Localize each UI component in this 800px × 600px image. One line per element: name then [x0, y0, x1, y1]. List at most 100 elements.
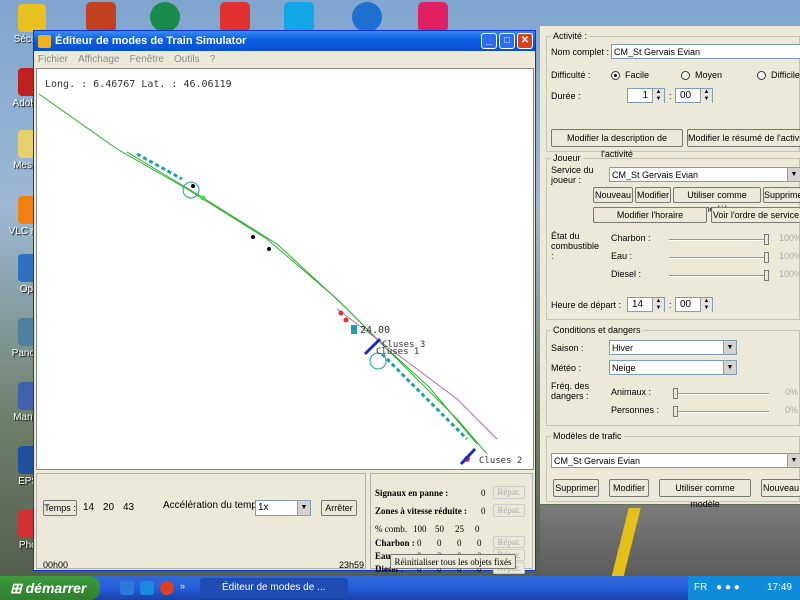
- accel-select[interactable]: 1x ▼: [255, 500, 311, 516]
- weather-select[interactable]: Neige ▼: [609, 360, 737, 375]
- chevron-down-icon[interactable]: ▼: [787, 168, 800, 181]
- comb-value: 100: [413, 524, 427, 534]
- skype-icon[interactable]: [284, 2, 314, 32]
- coal-fuel-slider[interactable]: [669, 234, 769, 245]
- use-traffic-model-button[interactable]: Utiliser comme modèle: [659, 479, 751, 509]
- weather-label: Météo :: [551, 363, 582, 373]
- people-slider-thumb[interactable]: [673, 406, 678, 417]
- menu-view[interactable]: Affichage: [78, 54, 120, 65]
- difficulty-medium-radio[interactable]: [681, 71, 690, 80]
- edit-schedule-button[interactable]: Modifier l'horaire: [593, 207, 707, 223]
- signals-label: Signaux en panne :: [375, 488, 449, 498]
- edit-summary-button[interactable]: Modifier le résumé de l'activité: [687, 129, 800, 147]
- winrar-icon[interactable]: [220, 2, 250, 32]
- stop-button[interactable]: Arrêter: [321, 500, 357, 516]
- chrome-quicklaunch-icon[interactable]: [160, 581, 174, 595]
- task-label: Éditeur de modes de ...: [222, 582, 326, 593]
- zones-value: 0: [481, 506, 486, 516]
- waypoint-dot[interactable]: [338, 310, 344, 316]
- time-button[interactable]: Temps :: [43, 500, 77, 516]
- modify-traffic-button[interactable]: Modifier: [609, 479, 649, 497]
- modify-service-button[interactable]: Modifier: [635, 187, 671, 203]
- signal-dot[interactable]: [267, 247, 271, 251]
- chevron-down-icon[interactable]: ▼: [787, 454, 800, 467]
- new-traffic-button[interactable]: Nouveau: [761, 479, 800, 497]
- ie-quicklaunch-icon[interactable]: [120, 581, 134, 595]
- difficulty-easy-radio[interactable]: [611, 71, 620, 80]
- conditions-group-title: Conditions et dangers: [551, 325, 643, 335]
- spinner-icon[interactable]: ▲ ▼: [652, 89, 664, 103]
- new-service-button[interactable]: Nouveau: [593, 187, 633, 203]
- departure-hours-input[interactable]: 14 ▲ ▼: [627, 297, 665, 312]
- repair-signals-button[interactable]: Répar.: [493, 486, 525, 499]
- signal-dot[interactable]: [251, 235, 255, 239]
- departure-minutes-input[interactable]: 00 ▲ ▼: [675, 297, 713, 312]
- signal-dot[interactable]: [191, 184, 195, 188]
- fuel-label: État du combustible :: [551, 231, 600, 261]
- reset-fixed-objects-button[interactable]: Réinitialiser tous les objets fixés: [390, 554, 516, 569]
- traffic-select[interactable]: CM_St Gervais Evian ▼: [551, 453, 800, 468]
- kaspersky-icon[interactable]: [418, 2, 448, 32]
- chevron-down-icon[interactable]: ▼: [297, 501, 310, 515]
- waypoint-dot[interactable]: [200, 195, 206, 201]
- menu-tools[interactable]: Outils: [174, 54, 200, 65]
- departure-hours-value: 14: [632, 299, 644, 310]
- globe-icon[interactable]: [150, 2, 180, 32]
- powerpoint-icon[interactable]: [86, 2, 116, 32]
- coal-fuel-pct: 100%: [779, 233, 800, 243]
- fullname-input[interactable]: CM_St Gervais Evian: [611, 44, 800, 59]
- spinner-icon[interactable]: ▲ ▼: [700, 89, 712, 103]
- delete-service-button[interactable]: Supprimer: [763, 187, 800, 203]
- repair-coal-button[interactable]: Répar.: [493, 536, 525, 548]
- duration-hours-input[interactable]: 1 ▲ ▼: [627, 88, 665, 103]
- spinner-icon[interactable]: ▲ ▼: [700, 298, 712, 312]
- map-canvas[interactable]: Long. : 6.46767 Lat. : 46.06119 24.00 Cl…: [36, 68, 534, 470]
- diesel-fuel-slider[interactable]: [669, 270, 769, 281]
- delete-traffic-button[interactable]: Supprimer: [553, 479, 599, 497]
- service-select[interactable]: CM_St Gervais Evian ▼: [609, 167, 800, 182]
- quicklaunch-expand-icon[interactable]: »: [180, 581, 188, 595]
- taskbar: ⊞ démarrer » Éditeur de modes de ... FR …: [0, 576, 800, 600]
- edit-description-button[interactable]: Modifier la description de l'activité: [551, 129, 683, 159]
- minimize-button[interactable]: _: [481, 33, 497, 49]
- menu-file[interactable]: Fichier: [38, 54, 68, 65]
- close-button[interactable]: ✕: [517, 33, 533, 49]
- animals-slider[interactable]: [673, 388, 769, 399]
- spinner-icon[interactable]: ▲ ▼: [652, 298, 664, 312]
- hazard-freq-label: Fréq. des dangers :: [551, 381, 590, 401]
- duration-minutes-input[interactable]: 00 ▲ ▼: [675, 88, 713, 103]
- water-fuel-slider[interactable]: [669, 252, 769, 263]
- animals-slider-thumb[interactable]: [673, 388, 678, 399]
- use-as-model-button[interactable]: Utiliser comme modèle: [673, 187, 761, 214]
- language-indicator[interactable]: FR: [694, 582, 707, 593]
- train-marker[interactable]: [351, 325, 357, 334]
- chevron-down-icon[interactable]: ▼: [723, 361, 736, 374]
- difficulty-hard-radio[interactable]: [757, 71, 766, 80]
- menu-window[interactable]: Fenêtre: [130, 54, 164, 65]
- skype-quicklaunch-icon[interactable]: [140, 581, 154, 595]
- taskbar-item-editor[interactable]: Éditeur de modes de ...: [200, 578, 348, 598]
- signals-value: 0: [481, 488, 486, 498]
- traffic-group-title: Modèles de trafic: [551, 431, 624, 441]
- tray-icons[interactable]: ● ● ●: [716, 582, 740, 593]
- track-line: [126, 151, 478, 445]
- people-slider[interactable]: [673, 406, 769, 417]
- fullname-label: Nom complet :: [551, 47, 610, 57]
- diesel-slider-thumb[interactable]: [764, 270, 769, 281]
- internet-explorer-icon[interactable]: [352, 2, 382, 32]
- duration-minutes-value: 00: [680, 90, 692, 101]
- waypoint-dot[interactable]: [343, 317, 349, 323]
- activity-group-title: Activité :: [551, 31, 590, 41]
- coal-slider-thumb[interactable]: [764, 234, 769, 245]
- start-button[interactable]: ⊞ démarrer: [0, 576, 100, 600]
- window-titlebar[interactable]: Éditeur de modes de Train Simulator _ □ …: [34, 31, 535, 51]
- water-slider-thumb[interactable]: [764, 252, 769, 263]
- window-title: Éditeur de modes de Train Simulator: [55, 35, 247, 47]
- menu-help[interactable]: ?: [210, 54, 216, 65]
- repair-zones-button[interactable]: Répar.: [493, 504, 525, 517]
- animals-pct: 0%: [785, 387, 799, 397]
- maximize-button[interactable]: □: [499, 33, 515, 49]
- service-order-button[interactable]: Voir l'ordre de service: [711, 207, 800, 223]
- chevron-down-icon[interactable]: ▼: [723, 341, 736, 354]
- season-select[interactable]: Hiver ▼: [609, 340, 737, 355]
